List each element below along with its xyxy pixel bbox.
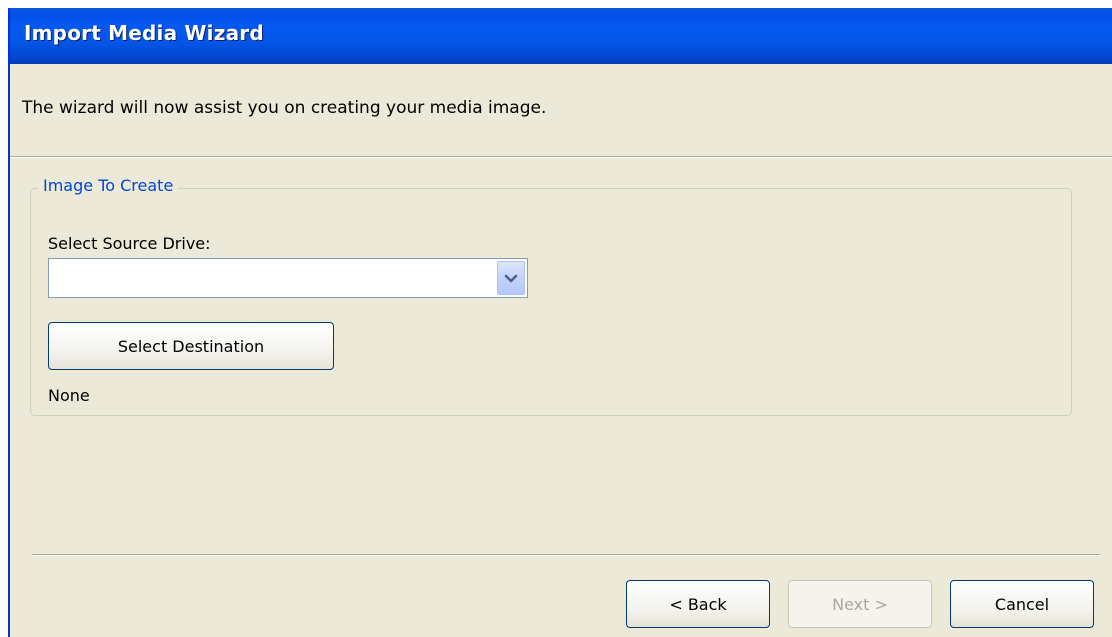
destination-value: None xyxy=(48,386,90,405)
image-to-create-group xyxy=(30,188,1072,416)
source-drive-select[interactable] xyxy=(48,258,528,298)
wizard-window: Import Media Wizard The wizard will now … xyxy=(8,8,1112,637)
chevron-down-icon xyxy=(504,269,518,288)
footer-divider xyxy=(32,554,1100,556)
header-divider xyxy=(10,156,1112,158)
title-bar[interactable]: Import Media Wizard xyxy=(10,8,1112,64)
cancel-button[interactable]: Cancel xyxy=(950,580,1094,628)
group-legend: Image To Create xyxy=(38,176,179,195)
back-button[interactable]: < Back xyxy=(626,580,770,628)
next-button[interactable]: Next > xyxy=(788,580,932,628)
source-drive-label: Select Source Drive: xyxy=(48,234,211,253)
intro-text: The wizard will now assist you on creati… xyxy=(22,98,547,118)
select-destination-button[interactable]: Select Destination xyxy=(48,322,334,370)
dropdown-button[interactable] xyxy=(497,261,525,295)
window-title: Import Media Wizard xyxy=(24,21,264,45)
